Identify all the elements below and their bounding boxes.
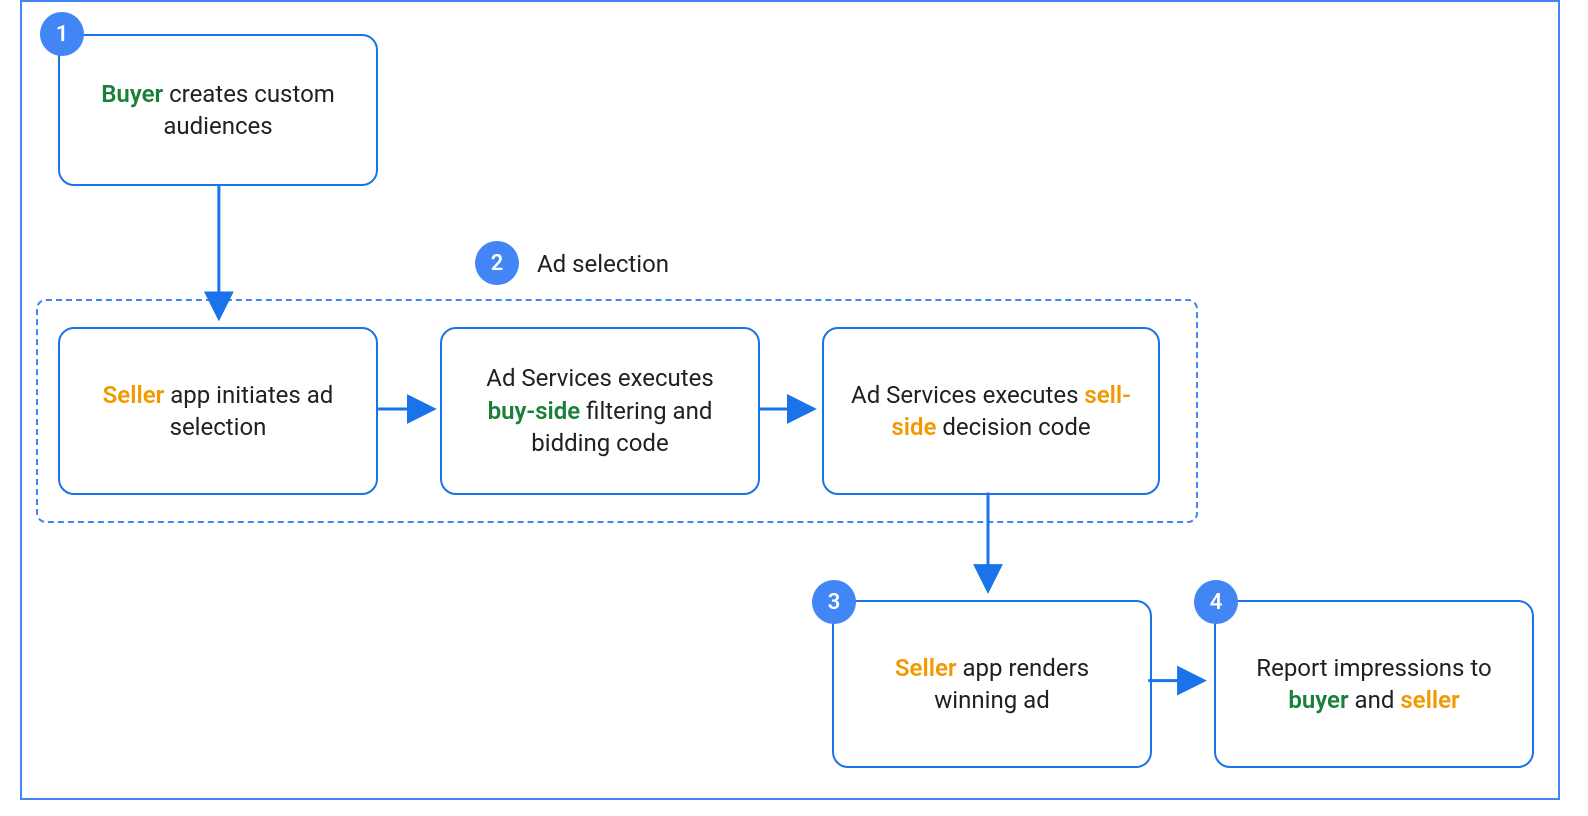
node-buyer-creates-audiences: Buyer creates custom audiences <box>58 34 378 186</box>
node-seller-renders-winning-ad: Seller app renders winning ad <box>832 600 1152 768</box>
node-ad-services-sell-side: Ad Services executes sell-side decision … <box>822 327 1160 495</box>
node-report-impressions: Report impressions to buyer and seller <box>1214 600 1534 768</box>
node-seller-initiates-ad-selection: Seller app initiates ad selection <box>58 327 378 495</box>
badge-3: 3 <box>812 580 856 624</box>
group-label-ad-selection: Ad selection <box>537 250 669 278</box>
node-ad-services-buy-side: Ad Services executes buy-side filtering … <box>440 327 760 495</box>
badge-2: 2 <box>475 241 519 285</box>
badge-1: 1 <box>40 12 84 56</box>
diagram-canvas: 2 Ad selection Buyer creates custom audi… <box>20 0 1560 800</box>
badge-4: 4 <box>1194 580 1238 624</box>
